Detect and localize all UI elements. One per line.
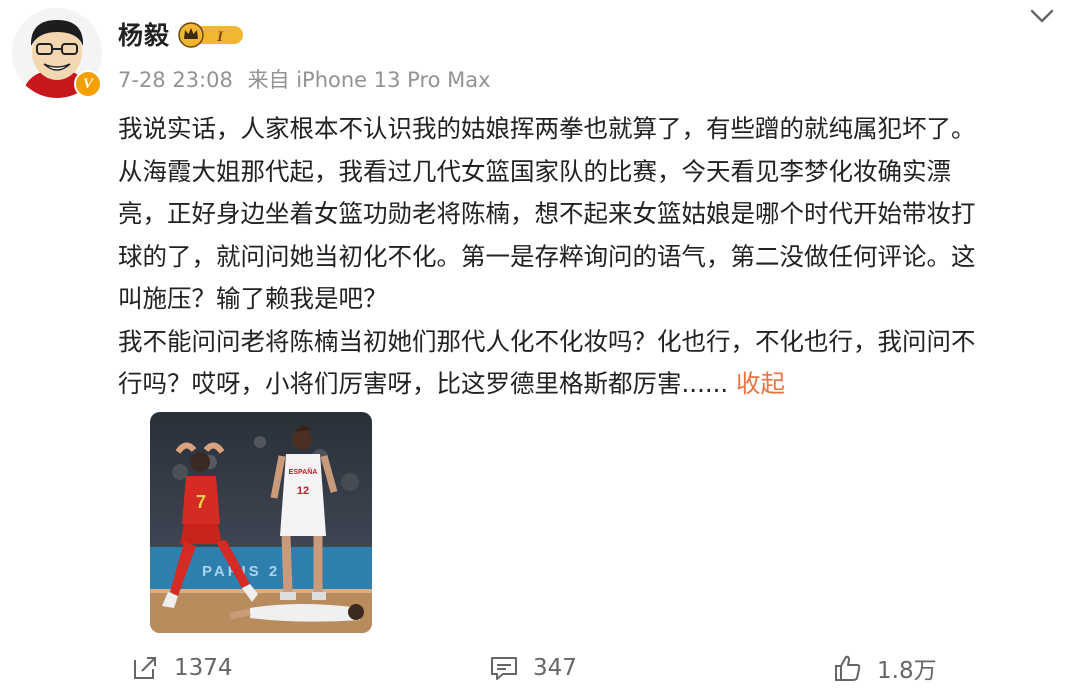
comment-count: 347 xyxy=(533,655,577,681)
post-time: 7-28 23:08 xyxy=(118,68,233,92)
post-body: 我说实话，人家根本不认识我的姑娘挥两拳也就算了，有些蹭的就纯属犯坏了。 从海霞大姐… xyxy=(118,108,1063,406)
post-meta: 7-28 23:08 来自 iPhone 13 Pro Max xyxy=(118,64,491,94)
repost-count: 1374 xyxy=(174,655,233,681)
repost-button[interactable]: 1374 xyxy=(130,648,233,688)
post-line: 亮，正好身边坐着女篮功勋老将陈楠，想不起来女篮姑娘是哪个时代开始带妆打 xyxy=(118,199,976,228)
post-line: 从海霞大姐那代起，我看过几代女篮国家队的比赛，今天看见李梦化妆确实漂 xyxy=(118,156,951,186)
post-line: 我说实话，人家根本不认识我的姑娘挥两拳也就算了，有些蹭的就纯属犯坏了。 xyxy=(118,114,976,143)
post-source: 来自 iPhone 13 Pro Max xyxy=(247,68,491,92)
post-photo[interactable]: PARIS 2 7 ESPAÑA 12 xyxy=(150,412,372,633)
post-line-last: 行吗？哎呀，小将们厉害呀，比这罗德里格斯都厉害...... 收起 xyxy=(118,363,1063,406)
chevron-down-icon[interactable] xyxy=(1028,6,1056,26)
repost-icon xyxy=(134,657,156,679)
comment-button[interactable]: 347 xyxy=(489,648,577,688)
avatar[interactable]: V xyxy=(12,8,102,98)
collapse-link[interactable]: 收起 xyxy=(736,369,785,398)
post-line: 我不能问问老将陈楠当初她们那代人化不化妆吗？化也行，不化也行，我问问不 xyxy=(118,326,976,356)
thumbs-up-icon xyxy=(835,655,861,681)
post-line: 球的了，就问问她当初化不化。第一是存粹询问的语气，第二没做任何评论。这 xyxy=(118,241,976,271)
vip-level-text: I xyxy=(216,29,224,45)
vip-badge[interactable]: I xyxy=(177,21,247,49)
verified-badge: V xyxy=(74,70,102,98)
like-count: 1.8万 xyxy=(877,658,937,684)
post-line: 叫施压？输了赖我是吧？ xyxy=(118,284,388,313)
author-name[interactable]: 杨毅 xyxy=(118,16,170,52)
action-bar: 1374 347 1.8万 xyxy=(0,648,1080,688)
jersey-number-china: 7 xyxy=(196,492,206,512)
comment-icon xyxy=(491,657,517,680)
jersey-label-spain: ESPAÑA xyxy=(289,467,318,476)
post-line-text: 行吗？哎呀，小将们厉害呀，比这罗德里格斯都厉害...... xyxy=(118,369,729,398)
like-button[interactable]: 1.8万 xyxy=(833,648,937,688)
jersey-number-spain: 12 xyxy=(297,485,309,497)
